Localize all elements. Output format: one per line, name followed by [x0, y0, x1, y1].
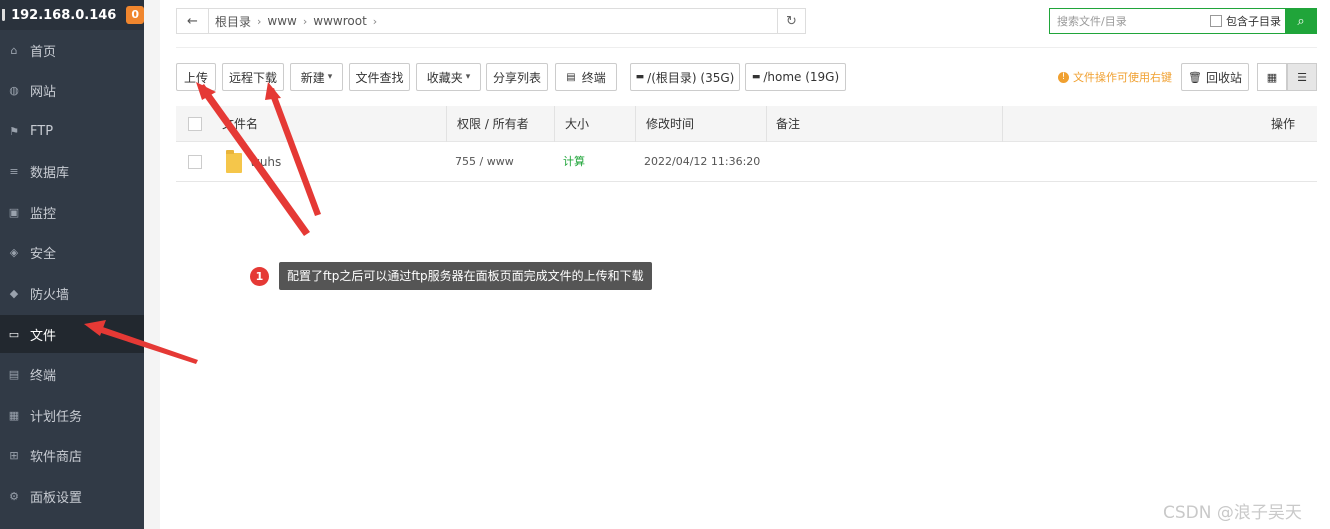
file-manager-screen: 192.168.0.146 0 ⌂ 首页 ◍ 网站 ⚑ FTP ≡ 数据库 ▣ … — [0, 0, 1330, 529]
annotation-arrows — [84, 82, 321, 364]
arrow-to-upload — [196, 82, 310, 236]
arrow-to-remote-download — [265, 82, 321, 216]
watermark: CSDN @浪子吴天 — [1163, 503, 1302, 523]
arrow-to-files-menu — [84, 320, 198, 364]
annotation-number: 1 — [250, 266, 269, 286]
annotation-text: 配置了ftp之后可以通过ftp服务器在面板页面完成文件的上传和下载 — [279, 262, 652, 290]
annotation-callout: 1 配置了ftp之后可以通过ftp服务器在面板页面完成文件的上传和下载 — [250, 262, 652, 290]
